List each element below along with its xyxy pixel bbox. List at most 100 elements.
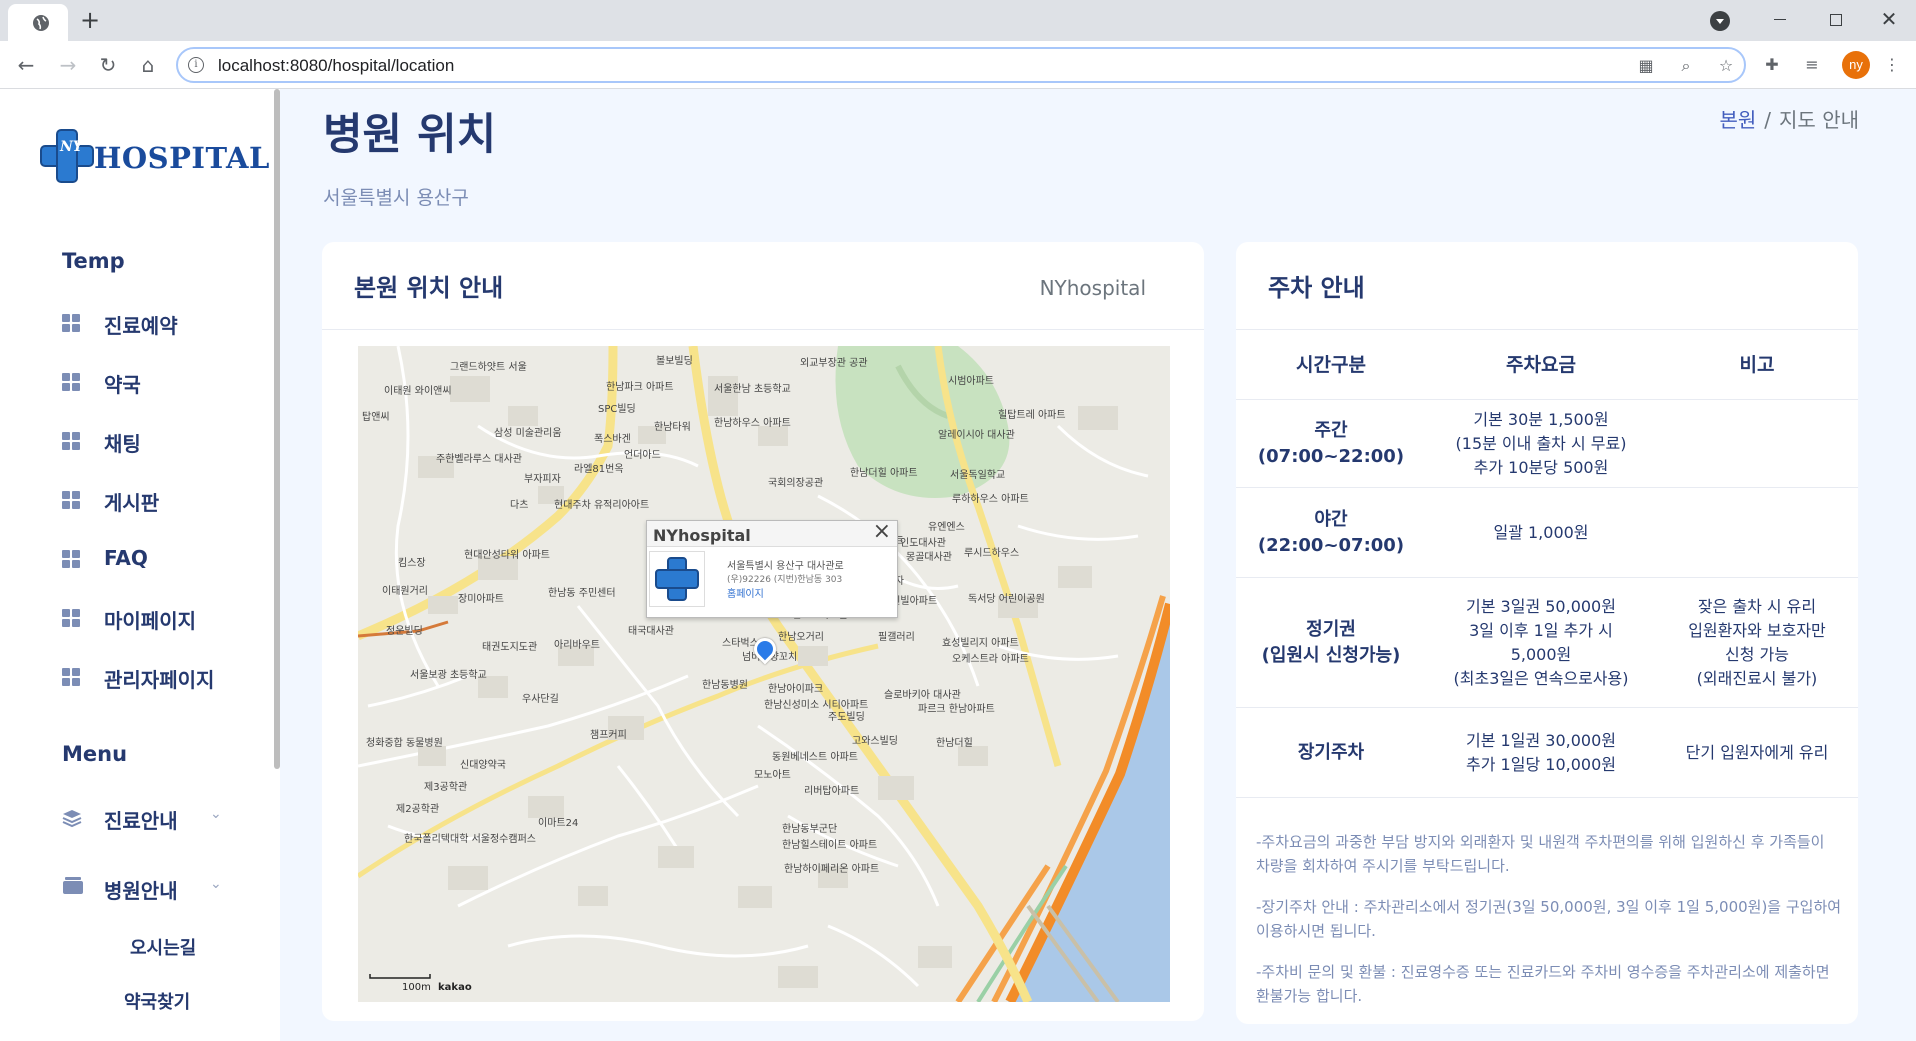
grid-icon <box>62 432 80 450</box>
chevron-down-icon: ⌄ <box>210 806 222 822</box>
sidebar-item-label: FAQ <box>104 546 148 570</box>
map-place-label: 동원베네스트 아파트 <box>772 752 858 763</box>
breadcrumb-separator: / <box>1764 108 1772 132</box>
browser-toolbar: ← → ↻ ⌂ i localhost:8080/hospital/locati… <box>0 41 1916 89</box>
sidebar-item-label: 병원안내 <box>104 879 178 903</box>
map-place-label: 한남하이페리온 아파트 <box>784 864 880 875</box>
extensions-icon[interactable]: ✚ <box>1762 55 1782 75</box>
sidebar-scrollbar[interactable] <box>274 89 280 769</box>
profile-avatar[interactable]: ny <box>1842 51 1870 79</box>
map-place-label: 파르크 한남아파트 <box>918 704 995 715</box>
sidebar-item-treatment-guide[interactable]: 진료안내 ⌄ <box>62 800 262 836</box>
column-header: 비고 <box>1739 353 1775 376</box>
time-period-cell: 야간 (22:00~07:00) <box>1257 508 1405 556</box>
maximize-button[interactable] <box>1812 4 1858 34</box>
map-place-label: 언더아드 <box>624 450 661 461</box>
map-place-label: 외교부장관 공관 <box>800 358 868 369</box>
map-place-label: 삼성 미술관리움 <box>494 428 562 439</box>
close-icon[interactable]: × <box>873 519 891 544</box>
page-title: 병원 위치 <box>323 110 497 160</box>
sidebar-item-label: 마이페이지 <box>104 609 196 633</box>
url-text[interactable]: localhost:8080/hospital/location <box>218 56 454 76</box>
sidebar-item-board[interactable]: 게시판 <box>62 482 262 518</box>
site-info-icon[interactable]: i <box>188 57 204 73</box>
map-card-header: 본원 위치 안내 NYhospital <box>322 242 1204 330</box>
sidebar-item-admin[interactable]: 관리자페이지 <box>62 659 262 695</box>
map-place-label: 독서당 어린이공원 <box>968 594 1045 605</box>
bookmark-star-icon[interactable]: ☆ <box>1716 56 1736 76</box>
map-place-label: 유엔엔스 <box>928 522 965 533</box>
back-icon[interactable]: ← <box>12 51 40 79</box>
map-place-label: 슬로바키아 대사관 <box>884 690 961 701</box>
sidebar-section-menu: Menu <box>62 742 128 766</box>
map-place-label: 오케스트라 아파트 <box>952 654 1029 665</box>
reload-icon[interactable]: ↻ <box>94 51 122 79</box>
sidebar-item-faq[interactable]: FAQ <box>62 541 262 577</box>
sidebar-subitem-find-pharmacy[interactable]: 약국찾기 <box>124 988 190 1014</box>
map-view[interactable]: 그랜드하얏트 서울 이태원 와이앤씨 탑앤씨 삼성 미술관리움 주한벨라루스 대사관 부자… <box>358 346 1170 1002</box>
map-place-label: SPC빌딩 <box>598 404 636 415</box>
map-place-label: 한남타워 <box>654 422 691 433</box>
breadcrumb-home[interactable]: 본원 <box>1719 108 1756 132</box>
minimize-button[interactable] <box>1756 4 1802 34</box>
map-place-label: 서울보광 초등학교 <box>410 670 487 681</box>
map-place-label: 킴스장 <box>398 558 426 569</box>
map-place-label: 한국폴리텍대학 서울정수캠퍼스 <box>404 834 536 845</box>
qr-code-icon[interactable]: ▦ <box>1636 56 1656 76</box>
forward-icon[interactable]: → <box>54 51 82 79</box>
map-place-label: 우사단길 <box>522 694 559 705</box>
map-place-label: 고와스빌딩 <box>852 736 898 747</box>
tab-search-icon[interactable] <box>1710 11 1730 31</box>
sidebar-item-hospital-guide[interactable]: 병원안내 ⌄ <box>62 870 262 906</box>
grid-icon <box>62 668 80 686</box>
close-window-button[interactable]: ✕ <box>1866 4 1912 34</box>
browser-menu-icon[interactable]: ⋮ <box>1882 55 1902 75</box>
map-place-label: 인도대사관 <box>900 538 946 549</box>
zoom-icon[interactable]: ⌕ <box>1676 56 1696 76</box>
map-place-label: 현대안성타워 아파트 <box>464 550 550 561</box>
map-place-label: 탑앤씨 <box>362 412 390 423</box>
map-place-label: 그랜드하얏트 서울 <box>450 362 527 373</box>
map-place-label: 주도빌딩 <box>828 712 865 723</box>
map-place-label: 국회의장공관 <box>768 478 824 489</box>
reading-list-icon[interactable]: ≡ <box>1802 55 1822 75</box>
map-place-label: 한남힐스테이트 아파트 <box>782 840 878 851</box>
map-place-label: 태권도지도관 <box>482 642 538 653</box>
layers-icon <box>62 810 82 828</box>
map-place-label: 청화중합 동물병원 <box>366 738 443 749</box>
breadcrumb-current: 지도 안내 <box>1779 108 1859 132</box>
sidebar-item-chat[interactable]: 채팅 <box>62 423 262 459</box>
grid-icon <box>62 550 80 568</box>
map-place-label: 정운빌딩 <box>386 626 423 637</box>
map-place-label: 이마트24 <box>538 818 579 829</box>
info-window-homepage-link[interactable]: 홈페이지 <box>727 585 764 600</box>
time-period-cell: 정기권 (입원시 신청가능) <box>1261 618 1401 666</box>
logo-mark: NY <box>60 139 83 155</box>
map-place-label: 한남더힐 <box>936 738 973 749</box>
parking-note: -주차비 문의 및 환불 : 진료영수증 또는 진료카드와 주차비 영수증을 주… <box>1256 963 1830 1005</box>
browser-tab[interactable] <box>8 4 68 41</box>
stack-icon <box>63 877 83 894</box>
globe-icon <box>33 15 49 31</box>
map-place-label: 볼보빌딩 <box>656 356 693 367</box>
map-place-label: 한남하우스 아파트 <box>714 418 791 429</box>
home-icon[interactable]: ⌂ <box>134 51 162 79</box>
chevron-down-icon: ⌄ <box>210 876 222 892</box>
map-place-label: 제3공학관 <box>424 782 468 793</box>
note-cell <box>1656 400 1858 487</box>
sidebar-item-label: 약국 <box>104 373 141 397</box>
sidebar-item-pharmacy[interactable]: 약국 <box>62 364 262 400</box>
map-place-label: 태국대사관 <box>628 626 674 637</box>
time-period-cell: 주간 (07:00~22:00) <box>1257 419 1405 467</box>
sidebar-item-mypage[interactable]: 마이페이지 <box>62 600 262 636</box>
map-place-label: 알레이시아 대사관 <box>938 430 1015 441</box>
parking-notes: -주차요금의 과중한 부담 방지와 외래환자 및 내원객 주차편의를 위해 입원… <box>1256 830 1842 1025</box>
hospital-logo[interactable]: NY HOSPITAL <box>40 129 269 185</box>
sidebar-subitem-directions[interactable]: 오시는길 <box>130 934 196 960</box>
new-tab-button[interactable]: + <box>76 6 104 34</box>
table-row: 장기주차 기본 1일권 30,000원 추가 1일당 10,000원 단기 입원자에게… <box>1236 708 1858 798</box>
table-row: 정기권 (입원시 신청가능) 기본 3일권 50,000원 3일 이후 1일 추가 시… <box>1236 578 1858 708</box>
sidebar-item-reservation[interactable]: 진료예약 <box>62 305 262 341</box>
fee-cell: 기본 30분 1,500원 (15분 이내 출차 시 무료) 추가 10분당 500… <box>1455 409 1627 477</box>
address-bar[interactable]: i localhost:8080/hospital/location ▦ ⌕ ☆ <box>176 47 1746 83</box>
